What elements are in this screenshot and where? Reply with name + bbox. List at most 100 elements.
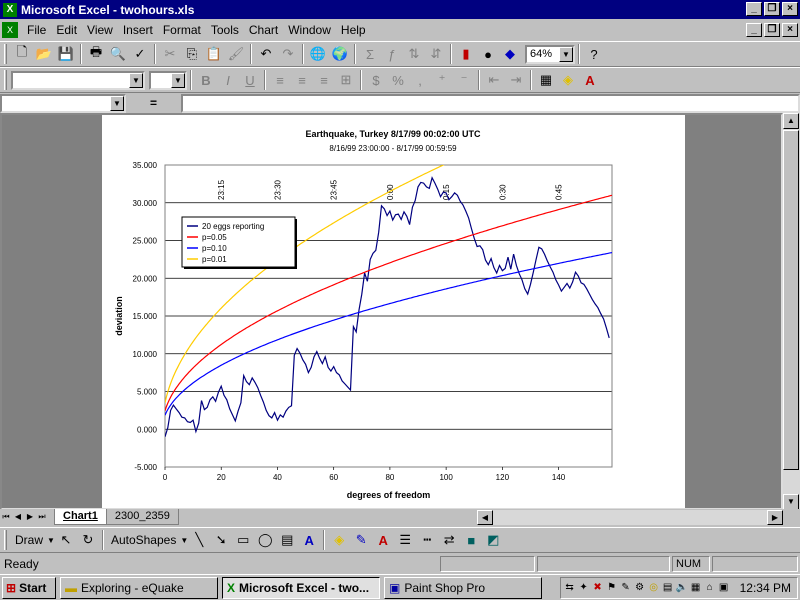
restore-button[interactable]: ❐: [764, 2, 780, 16]
chart-wizard-icon[interactable]: ▮: [455, 43, 477, 65]
percent-icon[interactable]: %: [387, 69, 409, 91]
select-objects-icon[interactable]: ↖: [55, 529, 77, 551]
shadow-icon[interactable]: ■: [460, 529, 482, 551]
task-paint-shop-pro[interactable]: ▣ Paint Shop Pro: [384, 576, 542, 599]
align-left-icon[interactable]: ≡: [269, 69, 291, 91]
arrow-style-icon[interactable]: ⇄: [438, 529, 460, 551]
vertical-scrollbar[interactable]: ▲ ▼: [783, 113, 800, 510]
tray-app-icon[interactable]: ✎: [620, 582, 632, 594]
scroll-down-button[interactable]: ▼: [783, 494, 799, 510]
decrease-decimal-icon[interactable]: ⁻: [453, 69, 475, 91]
line-style-icon[interactable]: ☰: [394, 529, 416, 551]
format-painter-icon[interactable]: 🖌: [225, 43, 247, 65]
rectangle-icon[interactable]: ▭: [232, 529, 254, 551]
3d-icon[interactable]: ◩: [482, 529, 504, 551]
menu-view[interactable]: View: [82, 23, 118, 37]
minimize-button[interactable]: _: [746, 2, 762, 16]
office-assistant-icon[interactable]: ?: [583, 43, 605, 65]
tray-app-icon[interactable]: ▦: [690, 582, 702, 594]
redo-icon[interactable]: ↷: [277, 43, 299, 65]
formula-input[interactable]: [181, 93, 800, 113]
name-box[interactable]: ▼: [0, 93, 126, 113]
close-button[interactable]: ×: [782, 2, 798, 16]
font-select[interactable]: ▼: [11, 70, 145, 90]
hyperlink-icon[interactable]: 🌐: [307, 43, 329, 65]
open-icon[interactable]: 📂: [33, 43, 55, 65]
tray-app-icon[interactable]: ✦: [578, 582, 590, 594]
borders-icon[interactable]: ▦: [535, 69, 557, 91]
line-color-icon[interactable]: ✎: [350, 529, 372, 551]
free-rotate-icon[interactable]: ↻: [77, 529, 99, 551]
sheet-tab-2300-2359[interactable]: 2300_2359: [105, 509, 179, 525]
font-size-select[interactable]: ▼: [149, 70, 187, 90]
menu-window[interactable]: Window: [283, 23, 336, 37]
doc-close-button[interactable]: ×: [782, 23, 798, 37]
doc-minimize-button[interactable]: _: [746, 23, 762, 37]
doc-restore-button[interactable]: ❐: [764, 23, 780, 37]
fill-color-icon[interactable]: ◈: [557, 69, 579, 91]
draw-menu-button[interactable]: Draw: [11, 533, 47, 547]
web-toolbar-icon[interactable]: 🌍: [329, 43, 351, 65]
font-color-icon[interactable]: A: [579, 69, 601, 91]
increase-decimal-icon[interactable]: ⁺: [431, 69, 453, 91]
chart-area[interactable]: Earthquake, Turkey 8/17/99 00:02:00 UTC 8…: [102, 115, 685, 508]
fill-color-icon[interactable]: ◈: [328, 529, 350, 551]
network-icon[interactable]: ⇆: [564, 582, 576, 594]
menu-file[interactable]: File: [22, 23, 51, 37]
scroll-up-button[interactable]: ▲: [783, 113, 799, 129]
chevron-down-icon[interactable]: ▼: [110, 95, 124, 111]
increase-indent-icon[interactable]: ⇥: [505, 69, 527, 91]
tray-app-icon[interactable]: ⚑: [606, 582, 618, 594]
print-icon[interactable]: 🖶: [85, 43, 107, 65]
tray-app-icon[interactable]: ◎: [648, 582, 660, 594]
zoom-select[interactable]: 64% ▼: [525, 44, 575, 64]
merge-center-icon[interactable]: ⊞: [335, 69, 357, 91]
volume-icon[interactable]: 🔈: [676, 582, 688, 594]
sheet-tab-chart1[interactable]: Chart1: [54, 509, 107, 525]
chart-sheet[interactable]: Earthquake, Turkey 8/17/99 00:02:00 UTC 8…: [102, 115, 685, 508]
chevron-down-icon[interactable]: ▼: [129, 72, 143, 88]
print-preview-icon[interactable]: 🔍: [107, 43, 129, 65]
scroll-right-button[interactable]: ▶: [767, 510, 783, 525]
tray-app-icon[interactable]: ▣: [718, 582, 730, 594]
next-sheet-button[interactable]: ▶: [24, 510, 36, 524]
document-icon[interactable]: X: [2, 22, 18, 38]
oval-icon[interactable]: ◯: [254, 529, 276, 551]
undo-icon[interactable]: ↶: [255, 43, 277, 65]
menu-edit[interactable]: Edit: [51, 23, 82, 37]
currency-icon[interactable]: $: [365, 69, 387, 91]
dash-style-icon[interactable]: ┅: [416, 529, 438, 551]
copy-icon[interactable]: ⎘: [181, 43, 203, 65]
scroll-left-button[interactable]: ◀: [477, 510, 493, 525]
wordart-icon[interactable]: A: [298, 529, 320, 551]
formula-equals[interactable]: =: [126, 96, 181, 110]
last-sheet-button[interactable]: ⏭: [36, 510, 48, 524]
autoshapes-menu-button[interactable]: AutoShapes: [107, 533, 180, 547]
prev-sheet-button[interactable]: ◀: [12, 510, 24, 524]
align-center-icon[interactable]: ≡: [291, 69, 313, 91]
decrease-indent-icon[interactable]: ⇤: [483, 69, 505, 91]
chevron-down-icon[interactable]: ▼: [559, 46, 573, 62]
paste-icon[interactable]: 📋: [203, 43, 225, 65]
map-icon[interactable]: ●: [477, 43, 499, 65]
align-right-icon[interactable]: ≡: [313, 69, 335, 91]
menu-format[interactable]: Format: [158, 23, 206, 37]
chevron-down-icon[interactable]: ▼: [171, 72, 185, 88]
arrow-icon[interactable]: ➘: [210, 529, 232, 551]
scroll-thumb[interactable]: [783, 130, 799, 470]
task-exploring[interactable]: ▬ Exploring - eQuake: [60, 576, 218, 599]
cut-icon[interactable]: ✂: [159, 43, 181, 65]
horizontal-scrollbar[interactable]: ◀ ▶: [477, 510, 783, 525]
function-icon[interactable]: ƒ: [381, 43, 403, 65]
tray-app-icon[interactable]: ⌂: [704, 582, 716, 594]
first-sheet-button[interactable]: ⏮: [0, 510, 12, 524]
comma-icon[interactable]: ,: [409, 69, 431, 91]
menu-tools[interactable]: Tools: [206, 23, 244, 37]
tray-app-icon[interactable]: ✖: [592, 582, 604, 594]
tray-app-icon[interactable]: ⚙: [634, 582, 646, 594]
task-excel[interactable]: X Microsoft Excel - two...: [222, 576, 380, 599]
bold-icon[interactable]: B: [195, 69, 217, 91]
spelling-icon[interactable]: ✓: [129, 43, 151, 65]
italic-icon[interactable]: I: [217, 69, 239, 91]
sort-ascending-icon[interactable]: ⇅: [403, 43, 425, 65]
